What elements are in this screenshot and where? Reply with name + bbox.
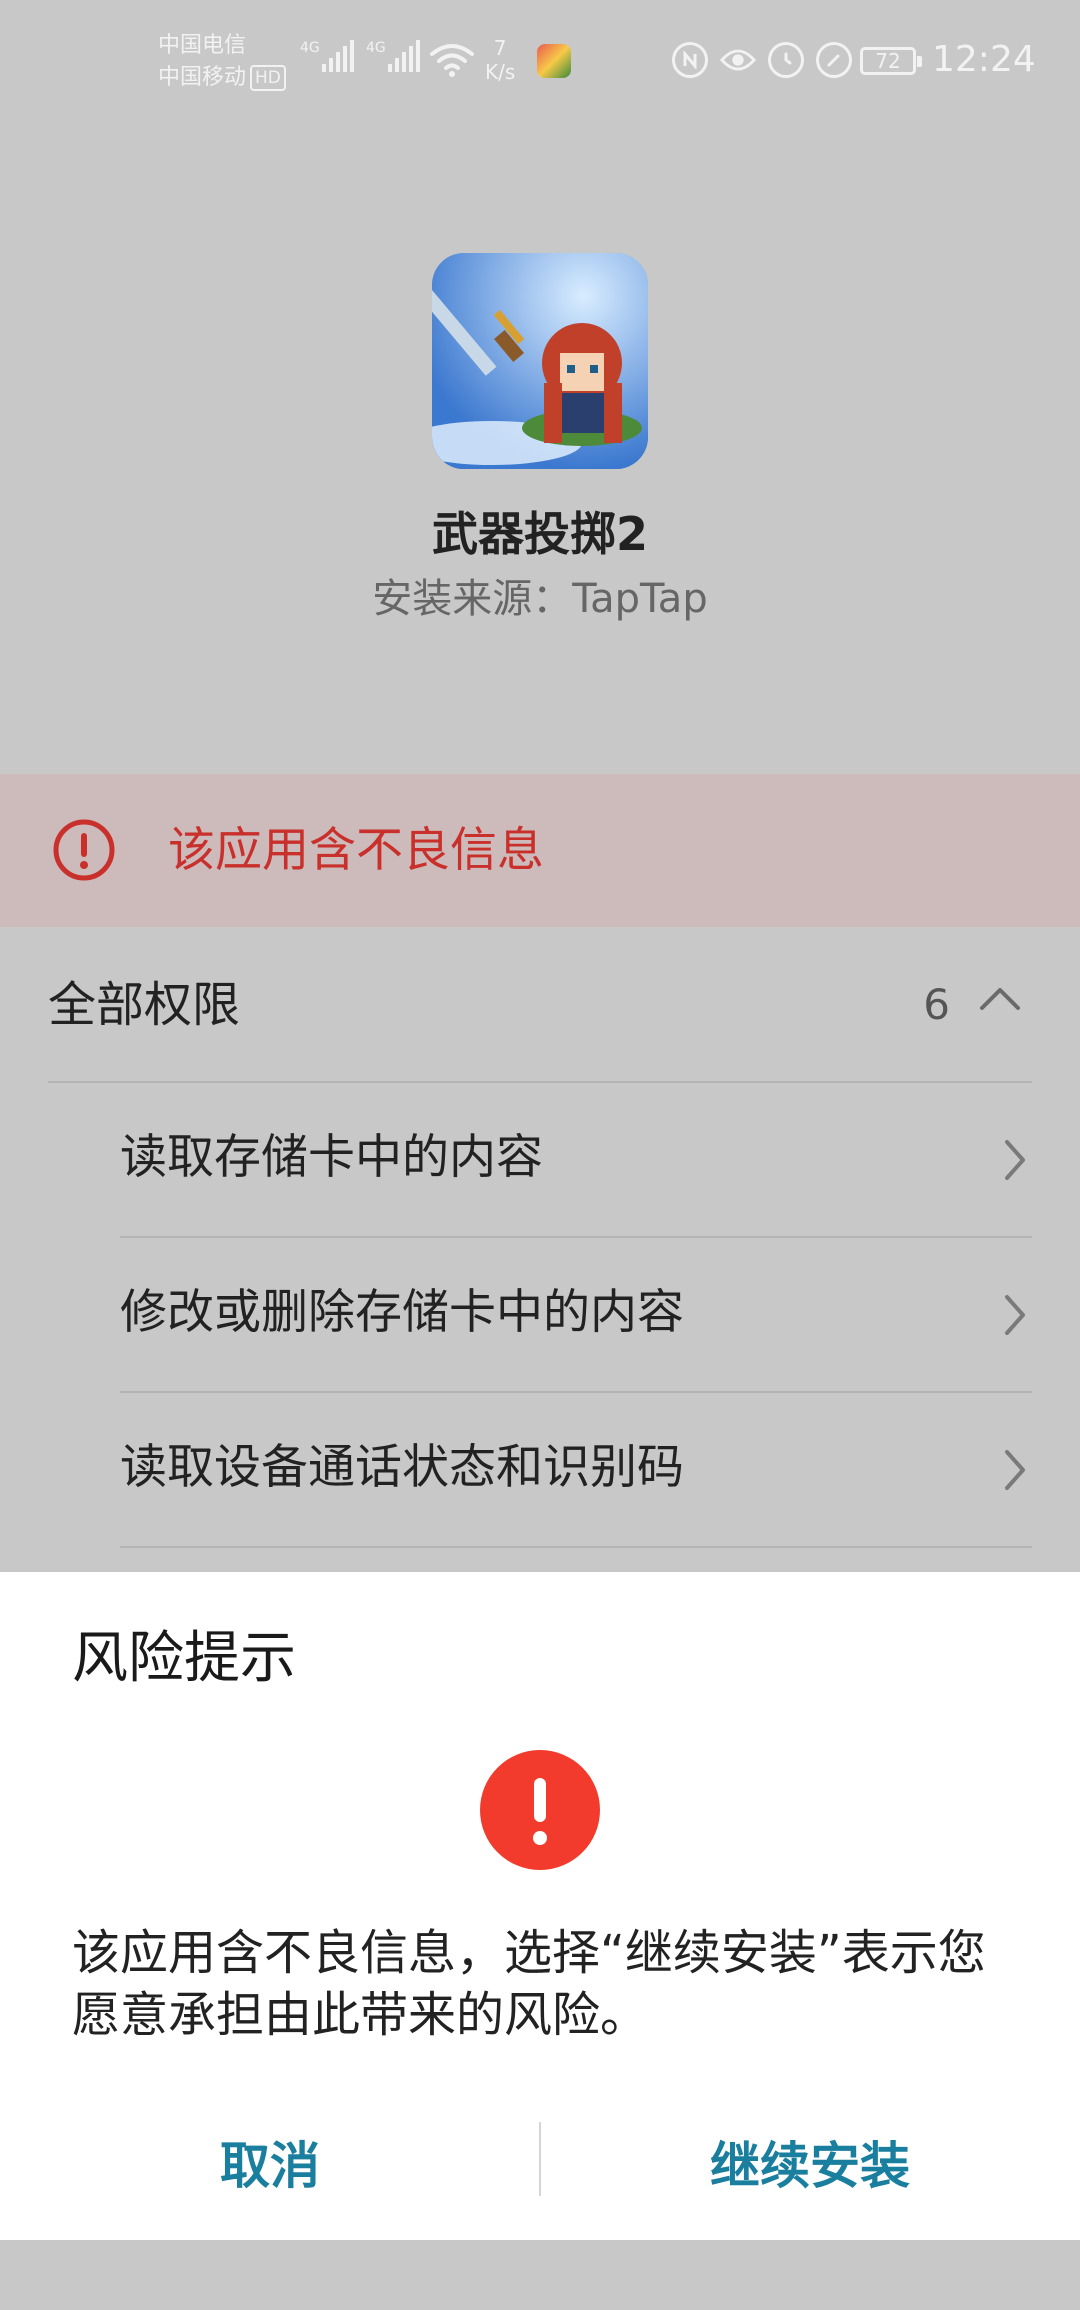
permissions-count: 6 — [923, 980, 950, 1029]
permission-item[interactable]: 读取设备通话状态和识别码 — [120, 1393, 1032, 1548]
divider — [120, 1546, 1032, 1548]
app-name: 武器投掷2 — [431, 507, 648, 561]
system-icons — [672, 42, 852, 78]
permissions-title: 全部权限 — [48, 977, 241, 1033]
net-speed-unit: K/s — [485, 60, 516, 84]
alarm-icon — [768, 42, 804, 78]
permission-item[interactable]: 读取存储卡中的内容 — [120, 1083, 1032, 1238]
nfc-icon — [672, 42, 708, 78]
game-notification-icon — [537, 44, 571, 78]
signal-type-label: 4G — [300, 40, 320, 56]
carrier-2: 中国移动 — [158, 65, 247, 90]
exclamation-circle-icon — [52, 818, 116, 886]
carrier-1: 中国电信 — [158, 33, 247, 58]
app-source: 安装来源：TapTap — [372, 576, 708, 622]
chevron-right-icon — [1002, 1293, 1028, 1341]
bottom-scrim — [0, 2240, 1080, 2310]
battery-icon: 72 — [860, 47, 922, 75]
signal-type-label: 4G — [366, 40, 386, 56]
warning-text: 该应用含不良信息 — [168, 823, 544, 878]
warning-banner: 该应用含不良信息 — [0, 774, 1080, 927]
dialog-message: 该应用含不良信息，选择“继续安装”表示您愿意承担由此带来的风险。 — [72, 1925, 986, 2043]
clock: 12:24 — [932, 39, 1036, 80]
exclamation-circle-icon — [480, 1750, 600, 1870]
speed-icon — [816, 42, 852, 78]
permission-item[interactable]: 修改或删除存储卡中的内容 — [120, 1238, 1032, 1393]
permission-label: 读取设备通话状态和识别码 — [120, 1440, 684, 1495]
eye-comfort-icon — [720, 42, 756, 78]
status-bar: 中国电信 中国移动 HD 4G 4G 7 K/s 72 12:24 — [0, 0, 1080, 125]
cancel-button[interactable]: 取消 — [0, 2112, 540, 2212]
permission-label: 修改或删除存储卡中的内容 — [120, 1285, 684, 1340]
net-speed-value: 7 — [493, 36, 507, 60]
permission-label: 读取存储卡中的内容 — [120, 1130, 543, 1185]
app-icon — [432, 253, 648, 469]
hd-badge: HD — [250, 65, 286, 91]
dialog-title: 风险提示 — [72, 1626, 296, 1691]
continue-install-button[interactable]: 继续安装 — [540, 2112, 1080, 2212]
net-speed: 7 K/s — [485, 36, 515, 84]
chevron-right-icon — [1002, 1138, 1028, 1186]
permissions-header[interactable]: 全部权限 6 — [48, 976, 1032, 1034]
battery-level: 72 — [875, 49, 901, 73]
wifi-icon — [430, 42, 474, 82]
chevron-right-icon — [1002, 1448, 1028, 1496]
carrier-info: 中国电信 中国移动 HD — [158, 30, 286, 94]
risk-dialog: 风险提示 该应用含不良信息，选择“继续安装”表示您愿意承担由此带来的风险。 取消… — [0, 1572, 1080, 2240]
chevron-up-icon — [978, 984, 1022, 1018]
